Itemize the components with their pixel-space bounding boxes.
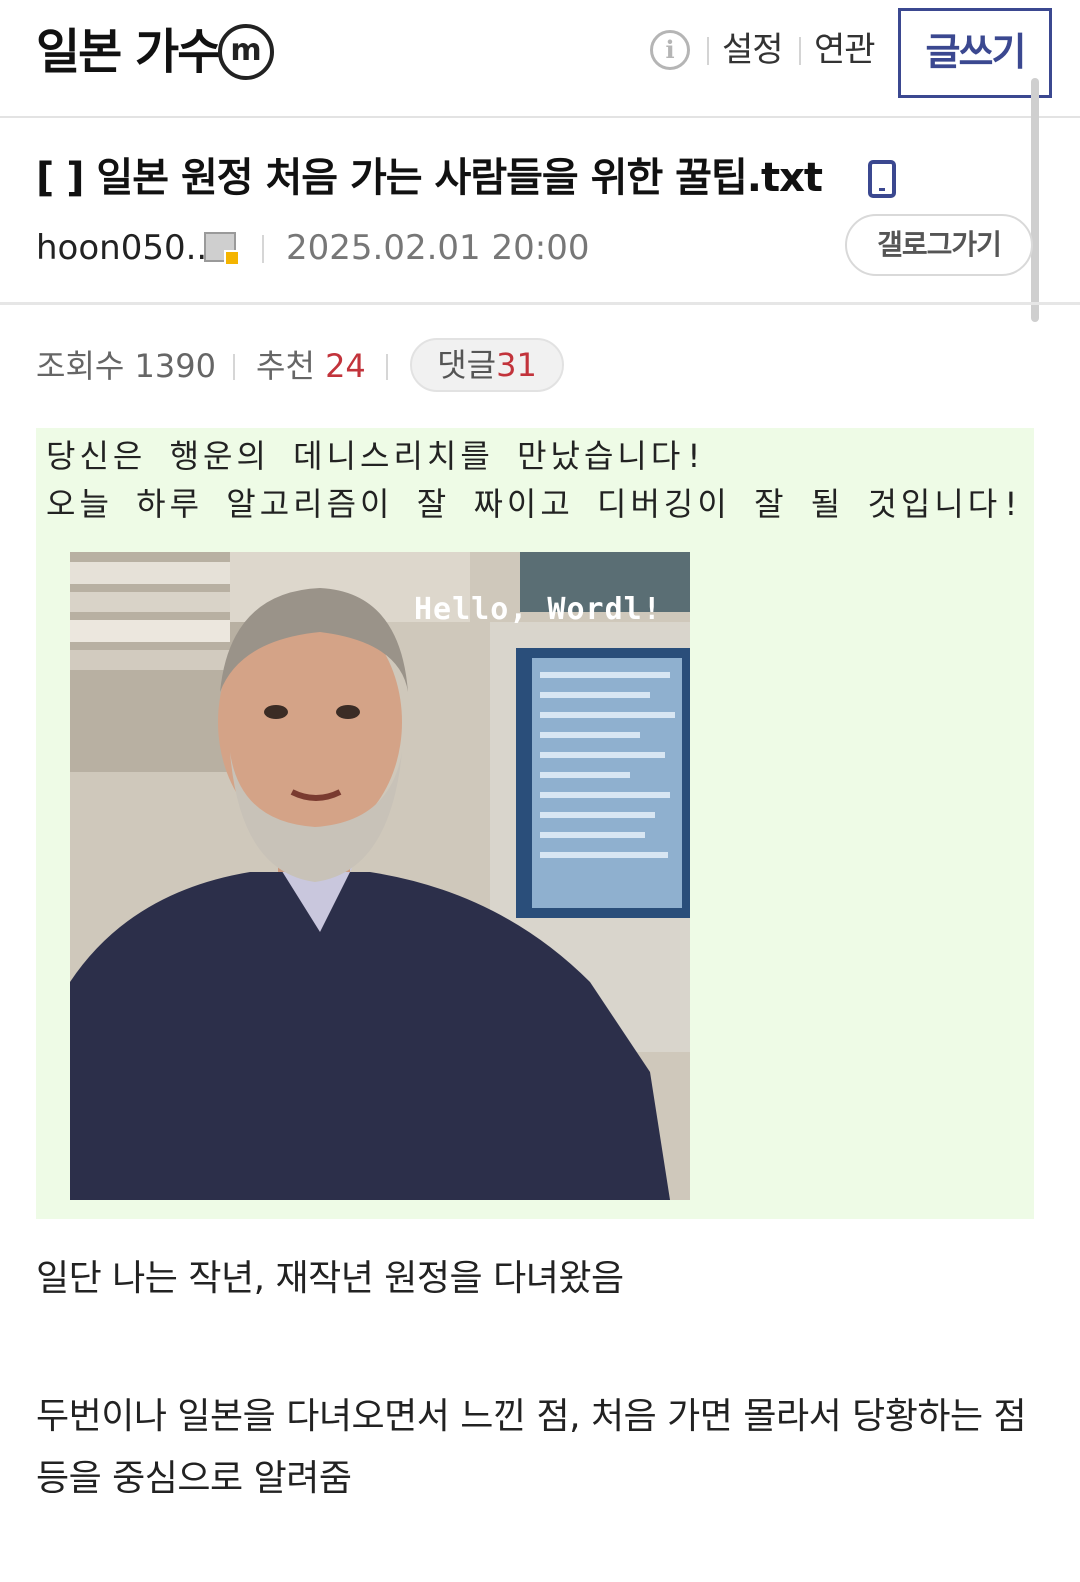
fortune-text-line-1: 당신은 행운의 데니스리치를 만났습니다! xyxy=(46,437,708,475)
stat-divider xyxy=(386,354,388,380)
header-divider xyxy=(707,37,709,65)
gallog-button[interactable]: 갤로그가기 xyxy=(845,214,1033,276)
comments-count: 31 xyxy=(496,346,537,384)
section-divider xyxy=(0,302,1080,305)
view-count: 조회수 1390 xyxy=(36,344,216,388)
view-count-label: 조회수 xyxy=(36,347,125,385)
post-image: 당신은 행운의 데니스리치를 만났습니다! 오늘 하루 알고리즘이 잘 짜이고 … xyxy=(36,428,1034,1219)
fortune-text-line-2: 오늘 하루 알고리즘이 잘 짜이고 디버깅이 잘 될 것입니다! xyxy=(46,485,1025,523)
portrait-photo: Hello, Wordl! xyxy=(70,552,690,1200)
meta-divider xyxy=(262,235,264,263)
stat-divider xyxy=(233,354,235,380)
comments-button[interactable]: 댓글31 xyxy=(410,338,564,392)
view-count-value: 1390 xyxy=(134,347,216,385)
post-title: [ ] 일본 원정 처음 가는 사람들을 위한 꿀팁.txt xyxy=(36,155,823,201)
fixed-member-icon xyxy=(204,232,240,266)
related-link[interactable]: 연관 xyxy=(814,28,876,72)
author-nickname[interactable]: hoon050.. xyxy=(36,226,207,270)
scrollbar[interactable] xyxy=(1031,78,1039,322)
recommend-label: 추천 xyxy=(256,347,315,385)
gallery-title[interactable]: 일본 가수 xyxy=(36,22,221,82)
settings-link[interactable]: 설정 xyxy=(722,28,784,72)
minor-gallery-badge-icon: m xyxy=(218,24,274,80)
hello-caption: Hello, Wordl! xyxy=(414,592,662,627)
gallery-header: 일본 가수 m i 설정 연관 글쓰기 xyxy=(0,0,1080,118)
recommend-value: 24 xyxy=(325,347,366,385)
comments-label: 댓글 xyxy=(437,346,497,384)
write-post-button[interactable]: 글쓰기 xyxy=(898,8,1052,98)
mobile-icon xyxy=(868,160,896,198)
header-divider xyxy=(799,37,801,65)
info-icon[interactable]: i xyxy=(650,30,690,70)
body-paragraph-1: 일단 나는 작년, 재작년 원정을 다녀왔음 xyxy=(36,1258,624,1299)
post-date: 2025.02.01 20:00 xyxy=(286,228,590,268)
body-paragraph-2: 두번이나 일본을 다녀오면서 느낀 점, 처음 가면 몰라서 당황하는 점 등을… xyxy=(36,1396,1027,1499)
recommend-count: 추천 24 xyxy=(256,344,366,388)
